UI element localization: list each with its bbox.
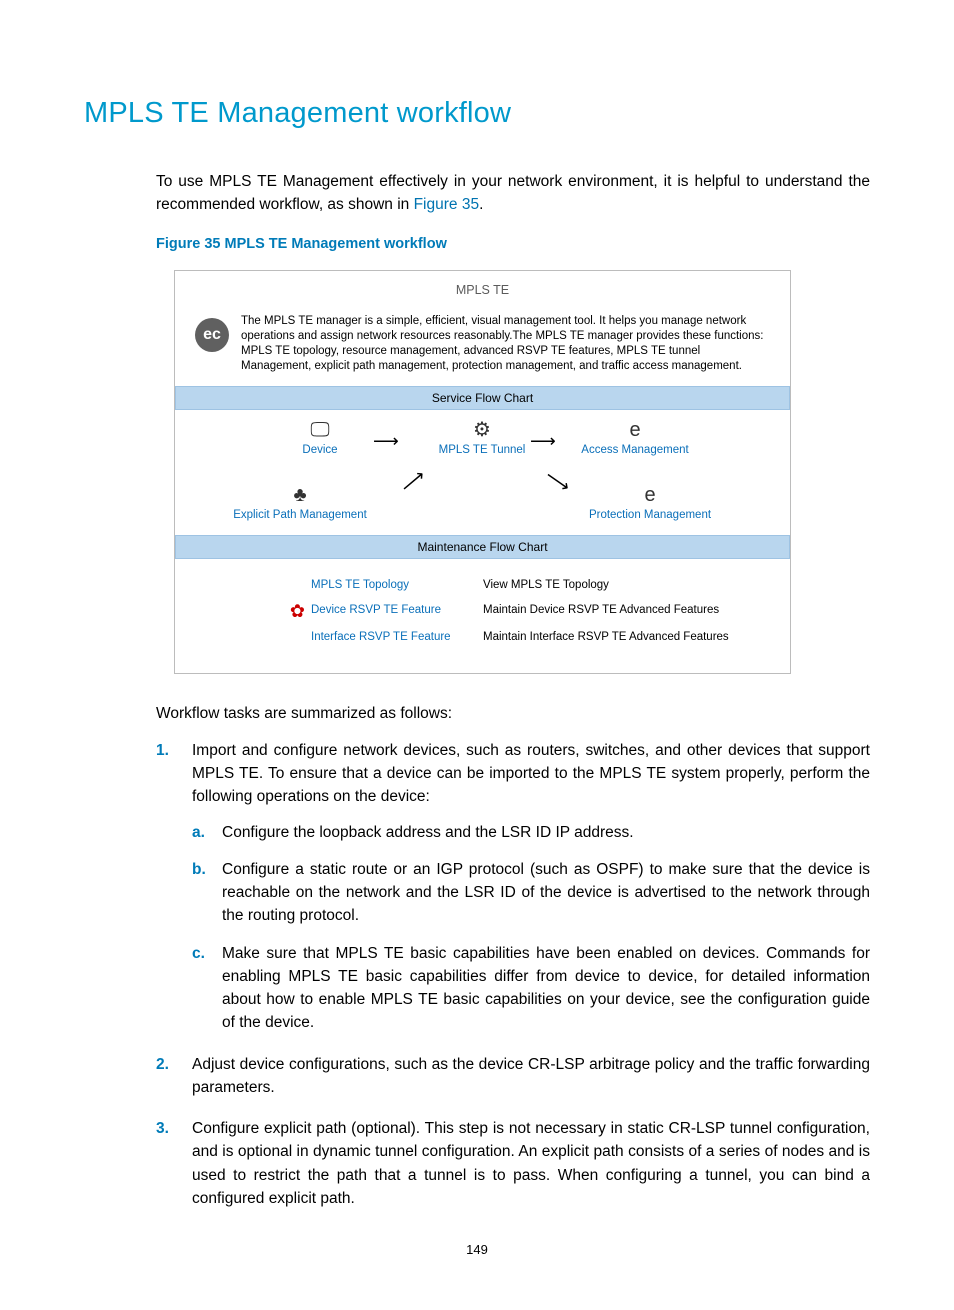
figure-35-link[interactable]: Figure 35 — [414, 196, 479, 213]
maint-desc: View MPLS TE Topology — [483, 573, 790, 598]
protection-icon: e — [565, 485, 735, 505]
service-flow-bar: Service Flow Chart — [175, 386, 790, 410]
explicit-icon: ♣ — [215, 485, 385, 505]
figure-description: The MPLS TE manager is a simple, efficie… — [241, 314, 770, 375]
tunnel-icon: ⚙ — [397, 420, 567, 440]
step-item: Adjust device configurations, such as th… — [156, 1053, 870, 1100]
page-number: 149 — [84, 1240, 870, 1260]
figure-internal-title: MPLS TE — [175, 271, 790, 310]
figure-caption: Figure 35 MPLS TE Management workflow — [156, 234, 870, 256]
maint-row: MPLS TE Topology View MPLS TE Topology — [175, 573, 790, 598]
step-text: Import and configure network devices, su… — [192, 742, 870, 806]
maint-desc: Maintain Device RSVP TE Advanced Feature… — [483, 598, 790, 623]
substeps-list: Configure the loopback address and the L… — [192, 821, 870, 1035]
step-item: Configure explicit path (optional). This… — [156, 1117, 870, 1210]
maint-label: Interface RSVP TE Feature — [309, 625, 483, 650]
maintenance-flow-bar: Maintenance Flow Chart — [175, 535, 790, 559]
flow-node-explicit-label: Explicit Path Management — [233, 509, 367, 521]
maint-label: MPLS TE Topology — [309, 573, 483, 598]
flow-node-tunnel: ⚙ MPLS TE Tunnel — [397, 420, 567, 459]
flow-node-device-label: Device — [302, 444, 337, 456]
step-item: Import and configure network devices, su… — [156, 739, 870, 1035]
figure-35-panel: MPLS TE ec The MPLS TE manager is a simp… — [174, 270, 791, 674]
substep-item: Make sure that MPLS TE basic capabilitie… — [192, 942, 870, 1035]
maint-desc: Maintain Interface RSVP TE Advanced Feat… — [483, 625, 790, 650]
intro-text-before: To use MPLS TE Management effectively in… — [156, 173, 870, 213]
maint-label: Device RSVP TE Feature — [309, 598, 483, 623]
flow-node-device: 🖵 Device — [235, 420, 405, 459]
substep-item: Configure a static route or an IGP proto… — [192, 858, 870, 928]
flow-node-protection-label: Protection Management — [589, 509, 711, 521]
page-heading: MPLS TE Management workflow — [84, 92, 870, 136]
intro-text-after: . — [479, 196, 483, 213]
ec-icon: ec — [195, 318, 229, 352]
maintenance-flowchart: MPLS TE Topology View MPLS TE Topology ✿… — [175, 559, 790, 673]
device-icon: 🖵 — [235, 420, 405, 440]
maint-row: Interface RSVP TE Feature Maintain Inter… — [175, 625, 790, 650]
workflow-steps-list: Import and configure network devices, su… — [156, 739, 870, 1210]
flow-node-access-label: Access Management — [581, 444, 688, 456]
access-icon: e — [550, 420, 720, 440]
flow-node-tunnel-label: MPLS TE Tunnel — [439, 444, 526, 456]
arrow-icon: ⟶ — [397, 466, 428, 496]
after-figure-text: Workflow tasks are summarized as follows… — [156, 702, 870, 725]
maint-row: ✿ Device RSVP TE Feature Maintain Device… — [175, 598, 790, 625]
flow-node-explicit: ♣ Explicit Path Management — [215, 485, 385, 524]
gear-icon: ✿ — [290, 598, 305, 625]
flow-node-access: e Access Management — [550, 420, 720, 459]
substep-item: Configure the loopback address and the L… — [192, 821, 870, 844]
flow-node-protection: e Protection Management — [565, 485, 735, 524]
intro-paragraph: To use MPLS TE Management effectively in… — [156, 170, 870, 217]
service-flowchart: 🖵 Device ⚙ MPLS TE Tunnel e Access Manag… — [175, 410, 790, 535]
